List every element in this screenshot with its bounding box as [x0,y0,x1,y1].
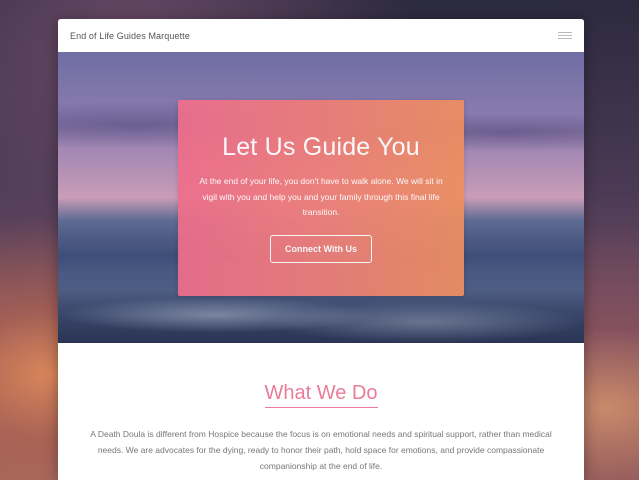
navbar: End of Life Guides Marquette [58,19,584,52]
page-card: End of Life Guides Marquette Let Us Guid… [58,19,584,480]
menu-icon-bar [558,38,572,39]
brand-link[interactable]: End of Life Guides Marquette [70,31,190,41]
section-text: A Death Doula is different from Hospice … [90,429,552,471]
what-we-do-section: What We Do A Death Doula is different fr… [58,343,584,474]
menu-icon-bar [558,35,572,36]
hero-banner: Let Us Guide You At the end of your life… [58,52,584,343]
connect-button[interactable]: Connect With Us [270,234,372,263]
hamburger-menu-icon[interactable] [558,32,572,39]
hero-callout: Let Us Guide You At the end of your life… [178,100,464,296]
hero-title: Let Us Guide You [222,133,420,161]
hero-text: At the end of your life, you don't have … [199,176,443,217]
menu-icon-bar [558,32,572,33]
section-title: What We Do [264,382,378,408]
